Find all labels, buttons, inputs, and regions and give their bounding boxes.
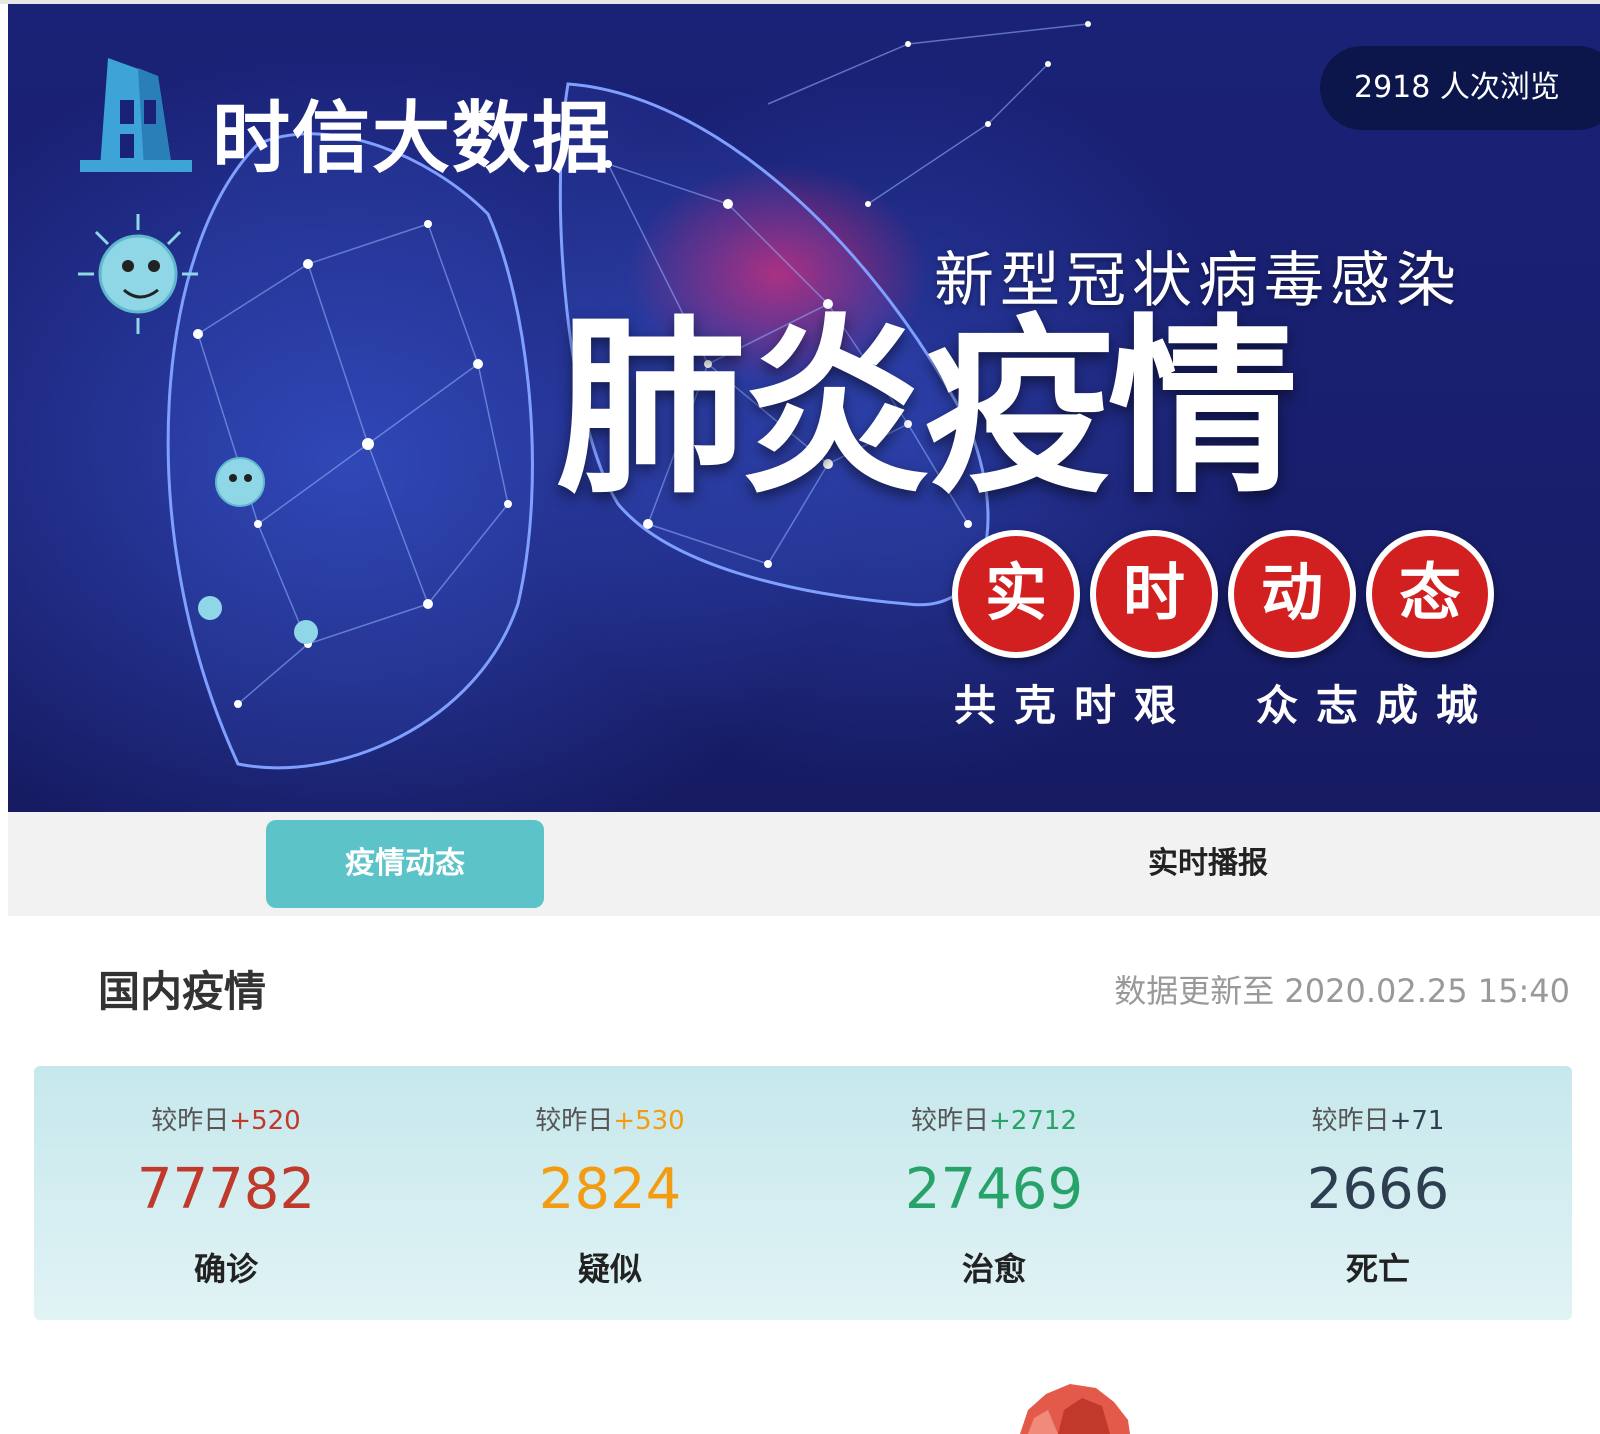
stat-value: 77782 bbox=[136, 1157, 316, 1222]
stat-label: 死亡 bbox=[1345, 1250, 1410, 1288]
stat-deaths: 较昨日+71 2666 死亡 bbox=[1186, 1066, 1570, 1320]
delta-value: +530 bbox=[613, 1106, 685, 1136]
stat-value: 2824 bbox=[538, 1157, 682, 1222]
section-title: 国内疫情 bbox=[98, 967, 267, 1016]
views-count: 2918 bbox=[1354, 70, 1431, 105]
stats-card: 较昨日+520 77782 确诊 较昨日+530 2824 疑似 较昨日+271… bbox=[34, 1066, 1572, 1320]
hero-banner: 时信大数据 2918 人次浏览 新型冠状病毒感染 肺炎疫情 实 时 动 态 共克… bbox=[8, 4, 1600, 812]
stat-value: 27469 bbox=[904, 1157, 1084, 1222]
delta-prefix: 较昨日 bbox=[535, 1106, 614, 1136]
badge-char-3: 动 bbox=[1228, 530, 1356, 658]
tab-bar: 疫情动态 实时播报 bbox=[8, 812, 1600, 916]
delta-value: +71 bbox=[1389, 1106, 1445, 1136]
delta-value: +520 bbox=[229, 1106, 301, 1136]
views-counter: 2918 人次浏览 bbox=[1320, 46, 1600, 130]
stat-confirmed: 较昨日+520 77782 确诊 bbox=[34, 1066, 418, 1320]
stat-label: 疑似 bbox=[577, 1250, 642, 1288]
update-timestamp: 数据更新至 2020.02.25 15:40 bbox=[1114, 966, 1570, 1012]
slogan-left: 共克时艰 bbox=[954, 681, 1195, 730]
logo-text: 时信大数据 bbox=[212, 94, 613, 184]
slogan-right: 众志成城 bbox=[1256, 681, 1497, 730]
stat-label: 治愈 bbox=[961, 1250, 1026, 1288]
stat-suspected: 较昨日+530 2824 疑似 bbox=[418, 1066, 802, 1320]
delta-prefix: 较昨日 bbox=[1311, 1106, 1390, 1136]
stat-delta: 较昨日+530 bbox=[418, 1100, 802, 1137]
badge-char-2: 时 bbox=[1090, 530, 1218, 658]
tab-realtime-broadcast[interactable]: 实时播报 bbox=[1068, 820, 1348, 908]
stat-delta: 较昨日+71 bbox=[1186, 1100, 1570, 1137]
badge-char-1: 实 bbox=[952, 530, 1080, 658]
stat-delta: 较昨日+2712 bbox=[802, 1100, 1186, 1137]
stat-delta: 较昨日+520 bbox=[34, 1100, 418, 1137]
stat-value: 2666 bbox=[1306, 1157, 1450, 1222]
update-time: 2020.02.25 15:40 bbox=[1284, 972, 1570, 1010]
update-prefix: 数据更新至 bbox=[1114, 972, 1275, 1010]
banner-main-title: 肺炎疫情 bbox=[556, 298, 1298, 519]
delta-prefix: 较昨日 bbox=[151, 1106, 230, 1136]
badge-char-4: 态 bbox=[1366, 530, 1494, 658]
stat-label: 确诊 bbox=[193, 1250, 258, 1288]
tab-epidemic-dynamics[interactable]: 疫情动态 bbox=[266, 820, 544, 908]
china-map-fragment bbox=[1020, 1384, 1130, 1434]
delta-value: +2712 bbox=[989, 1106, 1077, 1136]
building-logo-icon bbox=[80, 58, 192, 172]
views-suffix: 人次浏览 bbox=[1439, 70, 1560, 105]
stat-cured: 较昨日+2712 27469 治愈 bbox=[802, 1066, 1186, 1320]
delta-prefix: 较昨日 bbox=[911, 1106, 990, 1136]
